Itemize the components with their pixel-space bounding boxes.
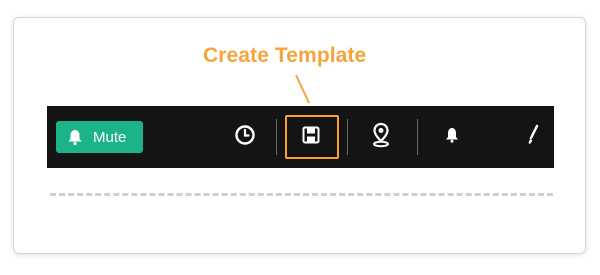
notification-button[interactable] — [436, 121, 468, 153]
mute-label: Mute — [93, 128, 127, 146]
toolbar-divider — [347, 119, 348, 155]
location-pin-icon — [370, 122, 392, 153]
create-template-highlight — [285, 115, 339, 159]
callout-label: Create Template — [203, 44, 367, 67]
toolbar-divider — [417, 119, 418, 155]
dashed-divider — [50, 193, 553, 196]
bell-icon — [443, 126, 461, 149]
location-button[interactable] — [365, 121, 397, 153]
bell-icon — [66, 128, 84, 146]
brush-icon — [525, 124, 541, 151]
clock-icon — [234, 124, 256, 151]
callout: Create Template — [0, 44, 600, 72]
history-button[interactable] — [229, 121, 261, 153]
brush-button[interactable] — [517, 121, 549, 153]
mute-button[interactable]: Mute — [56, 121, 143, 153]
toolbar-divider — [276, 119, 277, 155]
